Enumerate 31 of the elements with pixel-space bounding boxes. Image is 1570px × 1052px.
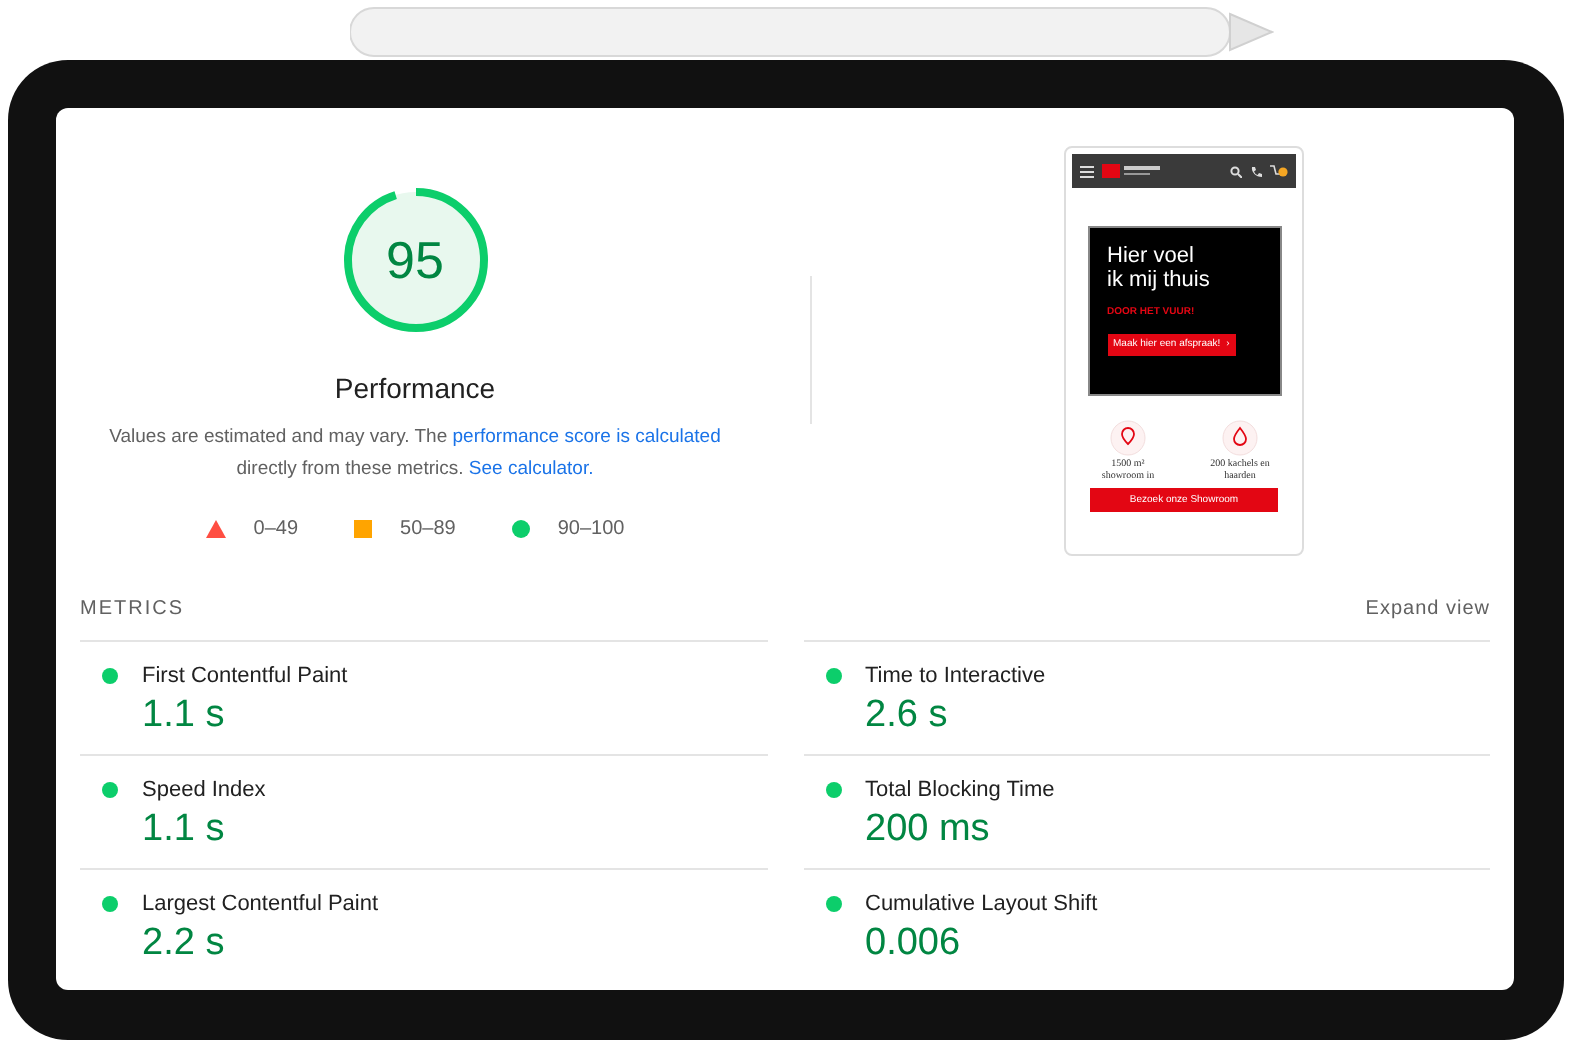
metric-value: 0.006 [865, 920, 963, 968]
metrics-heading: METRICS [80, 595, 184, 623]
square-icon [354, 520, 373, 538]
expand-view-button[interactable]: Expand view [1365, 593, 1490, 623]
legend-label: 90–100 [557, 516, 625, 544]
location-pin-icon [1110, 420, 1146, 456]
category-title: Performance [334, 370, 496, 408]
score-description: Values are estimated and may vary. The performance score is calculated directly from these metrics. See calculator. [107, 424, 723, 484]
metric-name: Total Blocking Time [865, 776, 1055, 806]
logo-icon [1102, 164, 1162, 178]
score-link[interactable]: performance score is calculated [452, 426, 721, 448]
legend-label: 0–49 [253, 516, 299, 544]
metric-name: Time to Interactive [865, 662, 1046, 692]
metric-value: 2.2 s [142, 920, 227, 968]
search-icon [1230, 165, 1242, 177]
score-value: 95 [386, 234, 444, 286]
metric-name: Cumulative Layout Shift [865, 890, 1098, 920]
metric-name: First Contentful Paint [142, 662, 348, 692]
menu-icon [1080, 165, 1094, 177]
triangle-icon [205, 520, 226, 538]
hero-headline: Hier voel [1107, 244, 1194, 268]
metric-value: 1.1 s [142, 692, 227, 740]
metric-name: Largest Contentful Paint [142, 890, 379, 920]
metric-value: 1.1 s [142, 806, 227, 854]
hero-headline: ik mij thuis [1107, 268, 1210, 292]
metric-value: 2.6 s [865, 692, 950, 740]
calculator-link[interactable]: See calculator. [468, 458, 594, 480]
legend-label: 50–89 [400, 516, 456, 544]
metric-value: 200 ms [865, 806, 992, 854]
metric-name: Speed Index [142, 776, 266, 806]
phone-icon [1250, 165, 1262, 177]
